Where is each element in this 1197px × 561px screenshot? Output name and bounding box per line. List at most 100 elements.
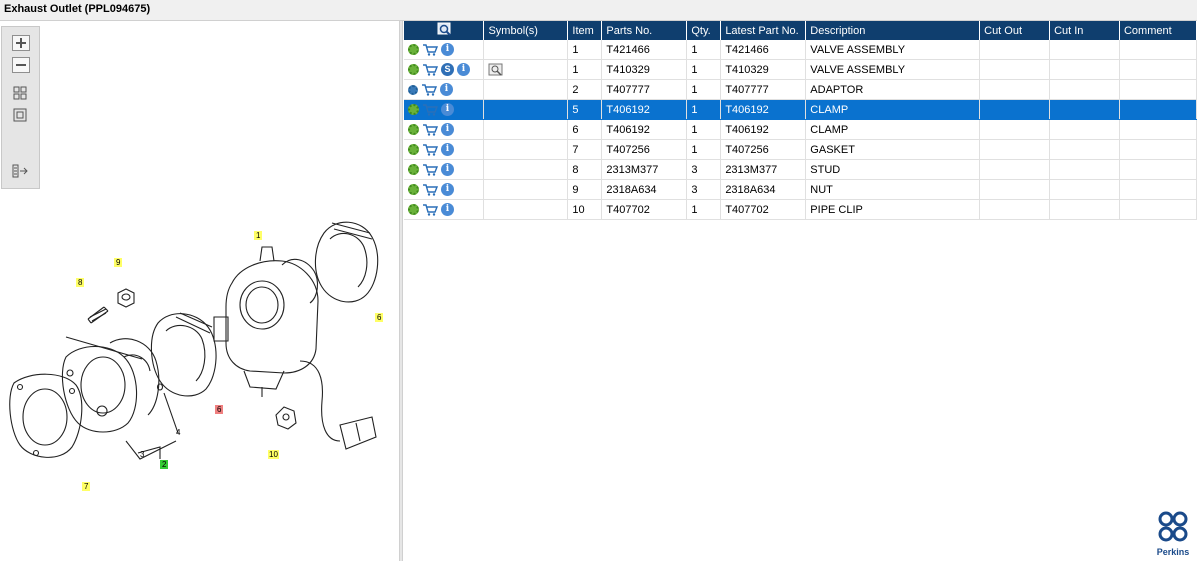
parts-no-cell[interactable]: 2313M377	[601, 159, 688, 180]
cut-out-cell	[979, 139, 1051, 160]
parts-no-cell[interactable]: T421466	[601, 40, 688, 60]
header-item[interactable]: Item	[567, 21, 603, 40]
parts-details-icon[interactable]	[408, 44, 419, 55]
latest-part-no-cell[interactable]: 2313M377	[720, 159, 807, 180]
latest-part-no-cell[interactable]: 2318A634	[720, 179, 807, 200]
parts-details-icon[interactable]	[408, 184, 419, 195]
latest-part-no-cell[interactable]: T406192	[720, 119, 807, 140]
square-icon	[13, 108, 27, 122]
header-description[interactable]: Description	[805, 21, 981, 40]
table-row[interactable]: i 9 2318A634 3 2318A634 NUT	[404, 179, 1197, 200]
item-cell: 2	[567, 79, 603, 100]
list-arrow-icon	[12, 164, 28, 178]
description-cell: PIPE CLIP	[805, 199, 981, 220]
description-cell: ADAPTOR	[805, 79, 981, 100]
pane-splitter[interactable]	[399, 21, 403, 561]
header-find-column[interactable]	[404, 21, 485, 40]
parts-details-icon[interactable]	[408, 84, 418, 95]
info-icon[interactable]: i	[441, 43, 454, 56]
parts-details-icon[interactable]	[408, 104, 419, 115]
latest-part-no-cell[interactable]: T407777	[720, 79, 807, 100]
parts-no-cell[interactable]: T407256	[601, 139, 688, 160]
table-row[interactable]: i 1 T421466 1 T421466 VALVE ASSEMBLY	[404, 40, 1197, 60]
table-row[interactable]: Si 1 T410329 1 T410329 VALVE ASSEMBLY	[404, 59, 1197, 80]
info-icon[interactable]: i	[441, 183, 454, 196]
header-parts-no[interactable]: Parts No.	[601, 21, 688, 40]
parts-no-cell[interactable]: T406192	[601, 119, 688, 140]
info-icon[interactable]: i	[441, 123, 454, 136]
header-latest-part-no[interactable]: Latest Part No.	[720, 21, 807, 40]
parts-details-icon[interactable]	[408, 204, 419, 215]
cart-icon[interactable]	[422, 163, 438, 176]
latest-part-no-cell[interactable]: T407702	[720, 199, 807, 220]
info-icon[interactable]: i	[457, 63, 470, 76]
cart-icon[interactable]	[421, 83, 437, 96]
qty-cell: 3	[686, 179, 722, 200]
table-row[interactable]: i 5 T406192 1 T406192 CLAMP	[404, 99, 1197, 120]
header-comment[interactable]: Comment	[1119, 21, 1197, 40]
qty-cell: 1	[686, 79, 722, 100]
callout-2: 2	[162, 460, 167, 469]
callout-4: 4	[176, 428, 181, 437]
info-icon[interactable]: i	[440, 83, 453, 96]
cart-icon[interactable]	[422, 183, 438, 196]
latest-part-no-cell[interactable]: T421466	[720, 40, 807, 60]
cart-icon[interactable]	[422, 143, 438, 156]
table-row[interactable]: i 10 T407702 1 T407702 PIPE CLIP	[404, 199, 1197, 220]
reset-view-button[interactable]	[12, 107, 30, 123]
parts-details-icon[interactable]	[408, 124, 419, 135]
cut-in-cell	[1049, 199, 1120, 220]
cut-out-cell	[979, 179, 1051, 200]
fit-view-button[interactable]	[12, 85, 30, 101]
header-cut-in[interactable]: Cut In	[1049, 21, 1120, 40]
parts-no-cell[interactable]: T407777	[601, 79, 688, 100]
latest-part-no-cell[interactable]: T410329	[720, 59, 807, 80]
zoom-out-button[interactable]	[12, 57, 30, 73]
table-row[interactable]: i 6 T406192 1 T406192 CLAMP	[404, 119, 1197, 140]
latest-part-no-cell[interactable]: T406192	[720, 99, 807, 120]
table-row[interactable]: i 2 T407777 1 T407777 ADAPTOR	[404, 79, 1197, 100]
qty-cell: 1	[686, 59, 722, 80]
export-list-button[interactable]	[12, 163, 30, 179]
header-symbols[interactable]: Symbol(s)	[483, 21, 569, 40]
symbols-cell	[483, 119, 569, 140]
parts-details-icon[interactable]	[408, 164, 419, 175]
info-icon[interactable]: i	[441, 163, 454, 176]
parts-details-icon[interactable]	[408, 144, 419, 155]
row-actions-cell: i	[404, 139, 485, 160]
table-row[interactable]: i 7 T407256 1 T407256 GASKET	[404, 139, 1197, 160]
qty-cell: 1	[686, 119, 722, 140]
header-cut-out[interactable]: Cut Out	[979, 21, 1051, 40]
view-in-diagram-icon[interactable]	[488, 63, 504, 77]
cart-icon[interactable]	[422, 103, 438, 116]
row-actions-cell: i	[404, 79, 485, 100]
cart-icon[interactable]	[422, 43, 438, 56]
callout-6-upper: 6	[377, 313, 382, 322]
callout-3: 3	[140, 450, 145, 459]
table-row[interactable]: i 8 2313M377 3 2313M377 STUD	[404, 159, 1197, 180]
supersession-badge-icon[interactable]: S	[441, 63, 454, 76]
diagram-pane[interactable]: 1 9 8 6 6 10 7 2 3 4	[0, 21, 399, 561]
header-qty[interactable]: Qty.	[686, 21, 722, 40]
cut-in-cell	[1049, 179, 1120, 200]
page-title: Exhaust Outlet (PPL094675)	[4, 3, 151, 15]
cart-icon[interactable]	[422, 123, 438, 136]
info-icon[interactable]: i	[441, 143, 454, 156]
zoom-in-button[interactable]	[12, 35, 30, 51]
parts-no-cell[interactable]: T407702	[601, 199, 688, 220]
parts-no-cell[interactable]: T406192	[601, 99, 688, 120]
info-icon[interactable]: i	[441, 203, 454, 216]
cut-out-cell	[979, 159, 1051, 180]
parts-no-cell[interactable]: 2318A634	[601, 179, 688, 200]
cart-icon[interactable]	[422, 203, 438, 216]
latest-part-no-cell[interactable]: T407256	[720, 139, 807, 160]
description-cell: CLAMP	[805, 119, 981, 140]
cut-out-cell	[979, 59, 1051, 80]
parts-no-cell[interactable]: T410329	[601, 59, 688, 80]
parts-details-icon[interactable]	[408, 64, 419, 75]
grid-icon	[13, 86, 27, 100]
info-icon[interactable]: i	[441, 103, 454, 116]
parts-list-pane: Symbol(s) Item Parts No. Qty. Latest Par…	[404, 21, 1197, 561]
cart-icon[interactable]	[422, 63, 438, 76]
row-actions-cell: i	[404, 159, 485, 180]
